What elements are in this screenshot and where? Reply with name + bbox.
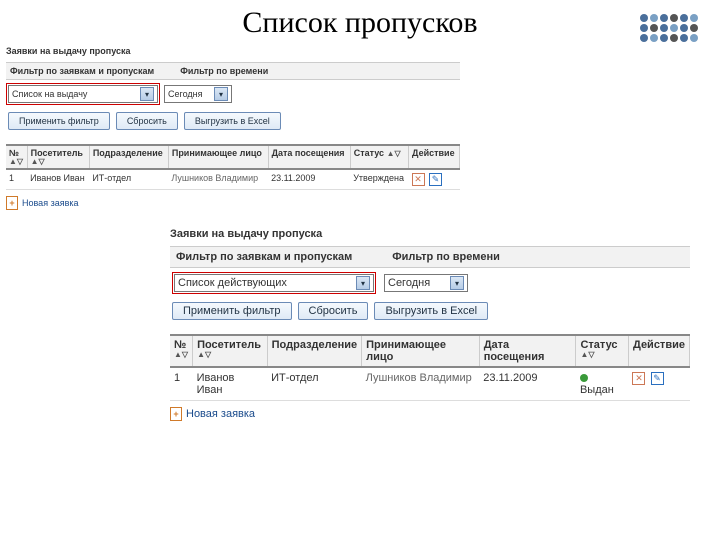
reset-button-2[interactable]: Сбросить: [298, 302, 369, 320]
col-num-1[interactable]: №▲▽: [6, 145, 27, 169]
cell-host: Лушников Владимир: [168, 169, 268, 190]
sort-arrows-icon: ▲▽: [387, 149, 401, 158]
col-host-1[interactable]: Принимающее лицо: [168, 145, 268, 169]
status-dot-icon: [580, 374, 588, 382]
col-num-2[interactable]: №▲▽: [170, 335, 193, 367]
col-action-1: Действие: [409, 145, 460, 169]
cell-dept: ИТ-отдел: [89, 169, 168, 190]
filter-caption-time-2: Фильтр по времени: [392, 251, 500, 263]
logo-dots: [640, 14, 700, 54]
col-status-1[interactable]: Статус ▲▽: [350, 145, 408, 169]
col-status-2[interactable]: Статус▲▽: [576, 335, 629, 367]
col-action-2: Действие: [628, 335, 689, 367]
delete-icon[interactable]: ✕: [632, 372, 645, 385]
panel-requests-2: Заявки на выдачу пропуска Фильтр по заяв…: [170, 228, 690, 421]
requests-table-2: №▲▽ Посетитель▲▽ Подразделение Принимающ…: [170, 334, 690, 401]
col-date-2[interactable]: Дата посещения: [479, 335, 576, 367]
select-request-list-1[interactable]: Список на выдачу ▾: [8, 85, 158, 103]
sort-arrows-icon: ▲▽: [197, 351, 263, 359]
chevron-down-icon: ▾: [450, 276, 464, 290]
chevron-down-icon: ▾: [356, 276, 370, 290]
chevron-down-icon: ▾: [140, 87, 154, 101]
col-dept-1[interactable]: Подразделение: [89, 145, 168, 169]
select-request-list-value-2: Список действующих: [178, 277, 352, 289]
select-time-2[interactable]: Сегодня ▾: [384, 274, 468, 292]
table-row: 1 Иванов Иван ИТ-отдел Лушников Владимир…: [170, 367, 690, 401]
heading-2: Заявки на выдачу пропуска: [170, 228, 690, 240]
cell-num: 1: [170, 367, 193, 401]
filter-caption-time-1: Фильтр по времени: [180, 66, 268, 76]
cell-status: Утверждена: [350, 169, 408, 190]
filter-bar-1: Фильтр по заявкам и пропускам Фильтр по …: [6, 62, 460, 80]
new-request-label-1: Новая заявка: [22, 198, 79, 208]
apply-filter-button-1[interactable]: Применить фильтр: [8, 112, 110, 130]
filter-bar-2: Фильтр по заявкам и пропускам Фильтр по …: [170, 246, 690, 268]
export-excel-button-1[interactable]: Выгрузить в Excel: [184, 112, 281, 130]
cell-actions: ✕ ✎: [409, 169, 460, 190]
col-visitor-2[interactable]: Посетитель▲▽: [193, 335, 268, 367]
reset-button-1[interactable]: Сбросить: [116, 112, 178, 130]
filter-caption-requests-2: Фильтр по заявкам и пропускам: [176, 251, 352, 263]
col-visitor-1[interactable]: Посетитель▲▽: [27, 145, 89, 169]
new-request-label-2: Новая заявка: [186, 408, 255, 420]
filter-caption-requests-1: Фильтр по заявкам и пропускам: [10, 66, 154, 76]
select-time-1[interactable]: Сегодня ▾: [164, 85, 232, 103]
new-request-link-1[interactable]: + Новая заявка: [6, 196, 79, 210]
select-request-list-2[interactable]: Список действующих ▾: [174, 274, 374, 292]
cell-visitor: Иванов Иван: [27, 169, 89, 190]
edit-icon[interactable]: ✎: [651, 372, 664, 385]
sort-arrows-icon: ▲▽: [9, 158, 24, 166]
cell-host: Лушников Владимир: [362, 367, 480, 401]
cell-date: 23.11.2009: [479, 367, 576, 401]
sort-arrows-icon: ▲▽: [31, 158, 86, 166]
panel-requests-1: Заявки на выдачу пропуска Фильтр по заяв…: [6, 46, 460, 210]
col-host-2[interactable]: Принимающее лицо: [362, 335, 480, 367]
page-title: Список пропусков: [0, 6, 720, 40]
cell-date: 23.11.2009: [268, 169, 350, 190]
new-doc-icon: +: [170, 407, 182, 421]
select-time-value-2: Сегодня: [388, 277, 446, 289]
select-request-list-value-1: Список на выдачу: [12, 89, 136, 99]
delete-icon[interactable]: ✕: [412, 173, 425, 186]
requests-table-1: №▲▽ Посетитель▲▽ Подразделение Принимающ…: [6, 144, 460, 190]
col-date-1[interactable]: Дата посещения: [268, 145, 350, 169]
select-time-value-1: Сегодня: [168, 89, 210, 99]
sort-arrows-icon: ▲▽: [174, 351, 188, 359]
cell-num: 1: [6, 169, 27, 190]
cell-dept: ИТ-отдел: [267, 367, 362, 401]
chevron-down-icon: ▾: [214, 87, 228, 101]
cell-status: Выдан: [576, 367, 629, 401]
sort-arrows-icon: ▲▽: [580, 351, 624, 359]
table-row: 1 Иванов Иван ИТ-отдел Лушников Владимир…: [6, 169, 460, 190]
edit-icon[interactable]: ✎: [429, 173, 442, 186]
new-doc-icon: +: [6, 196, 18, 210]
cell-visitor: Иванов Иван: [193, 367, 268, 401]
new-request-link-2[interactable]: + Новая заявка: [170, 407, 255, 421]
heading-1: Заявки на выдачу пропуска: [6, 46, 460, 56]
export-excel-button-2[interactable]: Выгрузить в Excel: [374, 302, 488, 320]
apply-filter-button-2[interactable]: Применить фильтр: [172, 302, 292, 320]
col-dept-2[interactable]: Подразделение: [267, 335, 362, 367]
cell-actions: ✕ ✎: [628, 367, 689, 401]
